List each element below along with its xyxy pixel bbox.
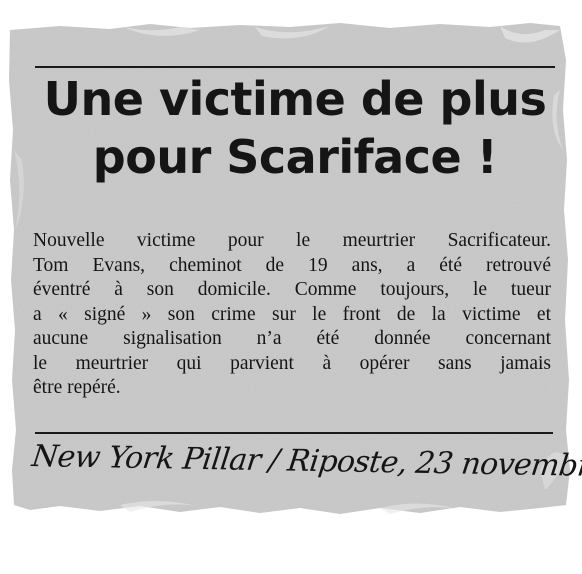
- body-line: aucune signalisation n’a été donnée conc…: [33, 328, 551, 349]
- page: Une victime de plus pour Scariface ! Nou…: [0, 0, 582, 574]
- newspaper-clipping: Une victime de plus pour Scariface ! Nou…: [0, 0, 582, 574]
- body-line: être repéré.: [33, 377, 121, 398]
- body-line: Nouvelle victime pour le meurtrier Sacri…: [33, 230, 551, 251]
- headline-line-2: pour Scariface !: [92, 130, 498, 184]
- body-line: Tom Evans, cheminot de 19 ans, a été ret…: [33, 254, 551, 276]
- body-line: a « signé » son crime sur le front de la…: [33, 303, 551, 325]
- headline-line-1: Une victime de plus: [43, 72, 547, 126]
- body-line: éventré à son domicile. Comme toujours, …: [33, 279, 551, 300]
- headline: Une victime de plus pour Scariface !: [30, 70, 560, 186]
- top-rule: [35, 66, 555, 68]
- bottom-rule: [35, 432, 553, 434]
- article-body: Nouvelle victime pour le meurtrier Sacri…: [33, 229, 551, 401]
- body-line: le meurtrier qui parvient à opérer sans …: [33, 352, 551, 374]
